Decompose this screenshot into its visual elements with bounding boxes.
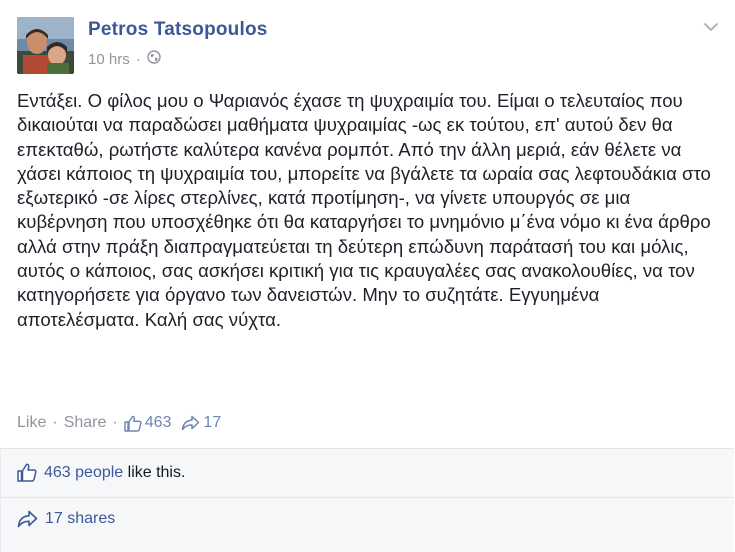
like-count-value: 463 <box>144 414 172 431</box>
share-link[interactable]: Share <box>64 414 107 432</box>
action-bar: Like · Share · 463 17 <box>17 412 221 434</box>
share-arrow-icon <box>181 415 200 431</box>
shares-summary: 17 shares <box>17 510 115 528</box>
author-name[interactable]: Petros Tatsopoulos <box>88 19 268 41</box>
post-text: Εντάξει. Ο φίλος μου ο Ψαριανός έχασε τη… <box>17 90 711 330</box>
like-link[interactable]: Like <box>17 414 46 432</box>
shares-link[interactable]: 17 shares <box>45 510 115 528</box>
share-count-value: 17 <box>203 414 222 431</box>
action-separator: · <box>112 414 118 431</box>
feedback-summary: 463 people like this. 17 shares <box>0 448 734 552</box>
likes-suffix: like this. <box>123 463 186 481</box>
post-meta: 10 hrs · <box>88 50 161 68</box>
likes-people-link[interactable]: 463 people <box>44 464 123 482</box>
meta-separator: · <box>135 50 141 68</box>
likes-summary: 463 people like this. <box>17 463 185 482</box>
avatar[interactable] <box>17 17 74 74</box>
facebook-post: Petros Tatsopoulos 10 hrs · Εντάξει. Ο φ… <box>0 0 735 552</box>
like-count[interactable]: 463 <box>124 414 172 432</box>
action-separator: · <box>52 414 58 431</box>
share-count[interactable]: 17 <box>181 414 221 432</box>
globe-icon[interactable] <box>147 50 161 68</box>
post-timestamp[interactable]: 10 hrs <box>88 51 130 68</box>
share-arrow-icon <box>17 510 45 528</box>
panel-divider <box>1 497 734 498</box>
thumbs-up-icon <box>124 415 142 432</box>
thumbs-up-icon <box>17 463 44 482</box>
chevron-down-icon[interactable] <box>700 18 722 36</box>
